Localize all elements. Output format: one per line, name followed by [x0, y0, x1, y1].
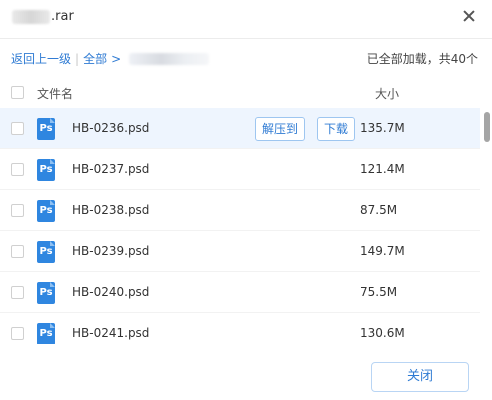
file-name: HB-0241.psd	[72, 326, 150, 340]
list-scrollbar[interactable]	[484, 112, 490, 142]
dialog-header: .rar	[0, 0, 492, 38]
breadcrumb: 返回上一级 | 全部 >	[11, 50, 210, 67]
header-divider	[0, 38, 492, 39]
breadcrumb-separator: |	[75, 51, 80, 66]
file-name: HB-0240.psd	[72, 285, 150, 299]
column-header-row: 文件名 大小	[0, 82, 492, 106]
column-name-header: 文件名	[37, 87, 74, 101]
file-size: 135.7M	[360, 121, 405, 135]
row-checkbox[interactable]	[11, 204, 24, 217]
row-checkbox[interactable]	[11, 122, 24, 135]
photoshop-file-icon: Ps	[37, 323, 55, 344]
file-name: HB-0239.psd	[72, 244, 150, 258]
close-icon[interactable]	[460, 7, 478, 25]
download-button[interactable]: 下载	[317, 117, 356, 141]
file-row[interactable]: Ps HB-0239.psd 149.7M	[0, 231, 480, 272]
close-button[interactable]: 关闭	[371, 362, 469, 392]
file-name: HB-0237.psd	[72, 162, 150, 176]
photoshop-file-icon: Ps	[37, 118, 55, 140]
file-row[interactable]: Ps HB-0240.psd 75.5M	[0, 272, 480, 313]
blurred-path	[129, 52, 210, 65]
file-size: 130.6M	[360, 326, 405, 340]
file-row[interactable]: Ps HB-0241.psd 130.6M	[0, 313, 480, 344]
all-link[interactable]: 全部	[83, 50, 107, 67]
file-list: Ps HB-0236.psd 解压到 下载 135.7M Ps HB-0237.…	[0, 108, 480, 344]
photoshop-file-icon: Ps	[37, 282, 55, 304]
load-status: 已全部加载，共40个	[366, 52, 478, 66]
row-checkbox[interactable]	[11, 245, 24, 258]
blurred-filename	[12, 9, 50, 24]
column-size-header: 大小	[375, 87, 400, 101]
file-size: 149.7M	[360, 244, 405, 258]
file-name: HB-0238.psd	[72, 203, 150, 217]
file-size: 87.5M	[360, 203, 398, 217]
back-link[interactable]: 返回上一级	[11, 50, 71, 67]
file-size: 121.4M	[360, 162, 405, 176]
photoshop-file-icon: Ps	[37, 200, 55, 222]
file-row[interactable]: Ps HB-0236.psd 解压到 下载 135.7M	[0, 108, 480, 149]
dialog-title: .rar	[12, 9, 74, 24]
photoshop-file-icon: Ps	[37, 159, 55, 181]
file-row[interactable]: Ps HB-0237.psd 121.4M	[0, 149, 480, 190]
extract-to-button[interactable]: 解压到	[255, 117, 306, 141]
file-name: HB-0236.psd	[72, 121, 150, 135]
file-row[interactable]: Ps HB-0238.psd 87.5M	[0, 190, 480, 231]
file-size: 75.5M	[360, 285, 398, 299]
breadcrumb-arrow: >	[111, 51, 122, 66]
photoshop-file-icon: Ps	[37, 241, 55, 263]
dialog-title-suffix: .rar	[51, 9, 74, 24]
row-checkbox[interactable]	[11, 327, 24, 340]
select-all-checkbox[interactable]	[11, 86, 24, 99]
archive-dialog: .rar 返回上一级 | 全部 > 已全部加载，共40个 文件名 大小 Ps H…	[0, 0, 492, 400]
row-checkbox[interactable]	[11, 163, 24, 176]
row-checkbox[interactable]	[11, 286, 24, 299]
